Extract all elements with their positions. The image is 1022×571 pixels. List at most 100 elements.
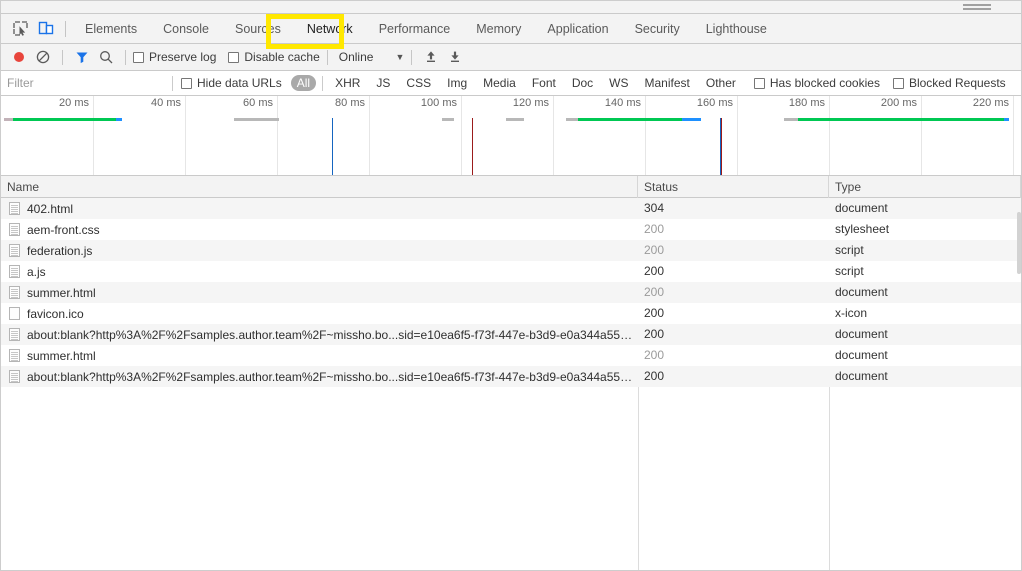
hide-data-urls-label: Hide data URLs (197, 76, 282, 90)
resize-handle[interactable] (963, 4, 991, 11)
type-filter-font[interactable]: Font (526, 75, 562, 91)
tab-sources[interactable]: Sources (222, 14, 294, 43)
import-har-icon[interactable] (419, 45, 443, 69)
preserve-log-checkbox[interactable]: Preserve log (133, 50, 216, 64)
document-icon (9, 286, 20, 299)
timeline-request-bar (4, 118, 13, 121)
table-row[interactable]: 402.html 304 document (1, 198, 1021, 219)
table-row[interactable]: summer.html 200 document (1, 282, 1021, 303)
column-header-status[interactable]: Status (638, 176, 829, 198)
table-row[interactable]: about:blank?http%3A%2F%2Fsamples.author.… (1, 324, 1021, 345)
cell-name: summer.html (1, 286, 638, 300)
cell-name: about:blank?http%3A%2F%2Fsamples.author.… (1, 328, 638, 342)
type-filter-doc[interactable]: Doc (566, 75, 599, 91)
timeline-request-bar (116, 118, 122, 121)
chevron-down-icon: ▼ (395, 52, 405, 62)
document-icon (9, 202, 20, 215)
throttling-select[interactable]: Online ▼ (339, 50, 405, 64)
cell-type: script (835, 243, 864, 257)
request-name: federation.js (27, 243, 93, 258)
tab-network[interactable]: Network (294, 14, 366, 43)
type-filter-all[interactable]: All (290, 75, 317, 91)
tab-console[interactable]: Console (150, 14, 222, 43)
timeline-request-bar (13, 118, 116, 121)
type-filter-manifest[interactable]: Manifest (639, 75, 696, 91)
timeline-request-bar (234, 118, 279, 121)
table-row[interactable]: about:blank?http%3A%2F%2Fsamples.author.… (1, 366, 1021, 387)
type-filter-xhr[interactable]: XHR (329, 75, 366, 91)
filter-icon[interactable] (70, 45, 94, 69)
tab-performance[interactable]: Performance (366, 14, 464, 43)
type-filter-other[interactable]: Other (700, 75, 742, 91)
timeline-request-bar (442, 118, 454, 121)
cell-name: favicon.ico (1, 307, 638, 321)
cell-status: 200 (644, 285, 665, 299)
blocked-requests-checkbox[interactable]: Blocked Requests (892, 76, 1006, 90)
timeline-event-line (472, 118, 473, 175)
cell-type: document (835, 327, 888, 341)
timeline-tick (553, 96, 554, 175)
request-name: aem-front.css (27, 222, 100, 237)
document-icon (9, 328, 20, 341)
timeline-tick (1013, 96, 1014, 175)
timeline-tick-label: 220 ms (972, 97, 1009, 109)
column-header-type[interactable]: Type (829, 176, 1021, 198)
column-header-name[interactable]: Name (1, 176, 638, 198)
tab-application[interactable]: Application (534, 14, 621, 43)
table-row[interactable]: aem-front.css 200 stylesheet (1, 219, 1021, 240)
network-filter-bar: Hide data URLs All XHR JS CSS Img Media … (1, 71, 1021, 96)
timeline-tick-label: 40 ms (151, 97, 181, 109)
devtools-window: Elements Console Sources Network Perform… (0, 0, 1022, 571)
table-body: 402.html 304 document aem-front.css 200 style… (1, 198, 1021, 387)
document-icon (9, 244, 20, 257)
scrollbar-thumb[interactable] (1017, 212, 1021, 274)
throttling-value: Online (338, 50, 374, 64)
type-filter-media[interactable]: Media (477, 75, 522, 91)
cell-type: stylesheet (835, 222, 890, 236)
timeline-request-bar (566, 118, 578, 121)
filter-divider (172, 75, 173, 91)
type-filter-ws[interactable]: WS (603, 75, 634, 91)
timeline-tick-label: 100 ms (420, 97, 457, 109)
timeline-tick-label: 80 ms (335, 97, 365, 109)
tab-elements[interactable]: Elements (72, 14, 150, 43)
record-button-icon[interactable] (7, 45, 31, 69)
table-row[interactable]: a.js 200 script (1, 261, 1021, 282)
timeline-tick-label: 160 ms (696, 97, 733, 109)
hide-data-urls-checkbox[interactable]: Hide data URLs (181, 76, 282, 90)
has-blocked-cookies-checkbox[interactable]: Has blocked cookies (753, 76, 880, 90)
clear-icon[interactable] (31, 45, 55, 69)
device-toolbar-icon[interactable] (33, 16, 59, 42)
tab-security[interactable]: Security (622, 14, 693, 43)
column-divider (829, 387, 830, 570)
tab-memory[interactable]: Memory (463, 14, 534, 43)
tab-lighthouse[interactable]: Lighthouse (693, 14, 780, 43)
request-name: summer.html (27, 348, 96, 363)
export-har-icon[interactable] (443, 45, 467, 69)
timeline-request-bar (1004, 118, 1009, 121)
cell-status: 200 (644, 222, 665, 236)
cell-name: summer.html (1, 349, 638, 363)
inspect-element-icon[interactable] (7, 16, 33, 42)
document-icon (9, 223, 20, 236)
vertical-scrollbar[interactable] (1017, 176, 1021, 570)
timeline-event-line (721, 118, 722, 175)
cell-status: 304 (644, 201, 665, 215)
table-row[interactable]: summer.html 200 document (1, 345, 1021, 366)
checkbox-box (181, 77, 192, 89)
search-icon[interactable] (94, 45, 118, 69)
type-filter-css[interactable]: CSS (400, 75, 437, 91)
timeline-tick-label: 180 ms (788, 97, 825, 109)
table-row[interactable]: federation.js 200 script (1, 240, 1021, 261)
timeline-tick-label: 20 ms (59, 97, 89, 109)
request-name: summer.html (27, 285, 96, 300)
filter-input[interactable] (1, 71, 164, 95)
table-row[interactable]: favicon.ico 200 x-icon (1, 303, 1021, 324)
type-filter-img[interactable]: Img (441, 75, 473, 91)
network-overview-timeline[interactable]: 20 ms 40 ms 60 ms 80 ms 100 ms 120 ms 140 ms 16… (1, 96, 1021, 176)
cell-status: 200 (644, 327, 665, 341)
type-filter-js[interactable]: JS (370, 75, 396, 91)
timeline-request-bar (578, 118, 682, 121)
devtools-tabbar: Elements Console Sources Network Perform… (1, 14, 1021, 44)
disable-cache-checkbox[interactable]: Disable cache (228, 50, 320, 64)
